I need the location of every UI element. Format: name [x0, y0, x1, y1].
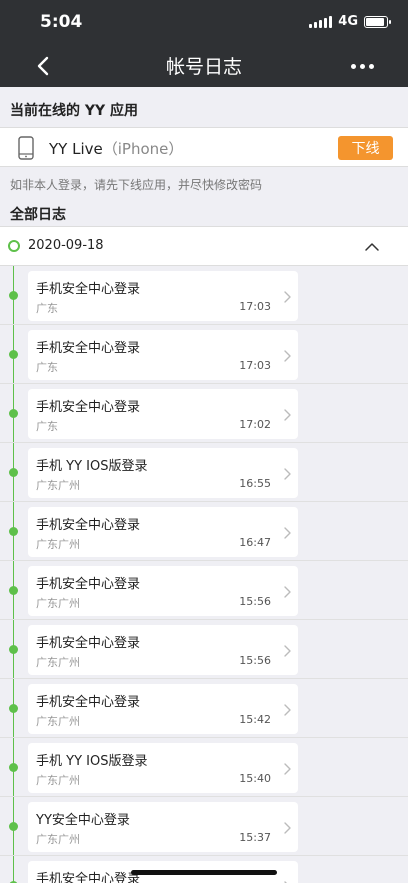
log-entry-card[interactable]: 手机安全中心登录 广东 17:02	[28, 389, 298, 439]
network-type: 4G	[338, 14, 358, 29]
log-entry-title: YY安全中心登录	[36, 813, 130, 828]
home-indicator	[131, 870, 277, 875]
log-entry-title: 手机安全中心登录	[36, 282, 141, 297]
log-entry-card[interactable]: YY安全中心登录 广东广州 15:37	[28, 802, 298, 852]
timeline-dot	[9, 763, 18, 772]
log-entry-time: 15:40	[239, 772, 271, 785]
log-entry-location: 广东广州	[36, 774, 80, 787]
log-entry: 手机安全中心登录 广东广州 15:56	[0, 561, 408, 620]
log-entry: 手机安全中心登录 广东广州 16:47	[0, 502, 408, 561]
timeline-dot	[9, 409, 18, 418]
log-entry-location: 广东	[36, 302, 58, 315]
log-entry: 手机安全中心登录 广东广州 15:42	[0, 679, 408, 738]
log-entry-time: 15:56	[239, 654, 271, 667]
log-entry-title: 手机 YY IOS版登录	[36, 459, 148, 474]
log-entry-card[interactable]: 手机安全中心登录 广东广州 15:56	[28, 625, 298, 675]
chevron-right-icon	[283, 702, 292, 716]
timeline-dot	[9, 527, 18, 536]
timeline-date-dot	[8, 240, 20, 252]
offline-button[interactable]: 下线	[338, 136, 393, 160]
log-entry-time: 17:02	[239, 418, 271, 431]
log-entry-card[interactable]: 手机安全中心登录 广东广州 16:47	[28, 507, 298, 557]
app-name-text: YY Live	[49, 140, 103, 158]
chevron-right-icon	[283, 407, 292, 421]
log-entry-location: 广东广州	[36, 479, 80, 492]
log-entry-card[interactable]: 手机安全中心登录 广东 17:03	[28, 271, 298, 321]
chevron-right-icon	[283, 525, 292, 539]
more-dots-icon[interactable]	[348, 52, 376, 80]
chevron-right-icon	[283, 584, 292, 598]
timeline-dot	[9, 822, 18, 831]
timeline-dot	[9, 350, 18, 359]
log-entry-card[interactable]: 手机安全中心登录 广东广州 15:56	[28, 566, 298, 616]
log-list: 手机安全中心登录 广东 17:03 手机安全中心登录 广东 17:03 手机安全中心登录 广东…	[0, 266, 408, 883]
log-entry-title: 手机安全中心登录	[36, 872, 141, 883]
battery-icon	[364, 15, 391, 28]
log-entry-title: 手机安全中心登录	[36, 636, 141, 651]
app-device: （iPhone）	[102, 140, 184, 158]
date-label: 2020-09-18	[28, 238, 104, 253]
chevron-right-icon	[283, 761, 292, 775]
chevron-right-icon	[283, 289, 292, 303]
log-entry: YY安全中心登录 广东广州 15:37	[0, 797, 408, 856]
log-entry-location: 广东	[36, 361, 58, 374]
log-entry-time: 16:55	[239, 477, 271, 490]
log-entry-time: 16:47	[239, 536, 271, 549]
status-bar: 5:04 4G	[0, 0, 408, 44]
nav-bar: 帐号日志	[0, 44, 408, 87]
chevron-up-icon[interactable]	[364, 239, 380, 253]
log-entry: 手机 YY IOS版登录 广东广州 16:55	[0, 443, 408, 502]
app-name: YY Live（iPhone）	[49, 138, 183, 159]
log-entry: 手机安全中心登录 广东广州 15:56	[0, 620, 408, 679]
log-entry-location: 广东广州	[36, 597, 80, 610]
timeline-dot	[9, 645, 18, 654]
log-entry: 手机安全中心登录 广东 17:03	[0, 266, 408, 325]
log-entry-location: 广东广州	[36, 656, 80, 669]
battery-level	[366, 17, 384, 26]
log-entry-location: 广东	[36, 420, 58, 433]
security-hint: 如非本人登录，请先下线应用，并尽快修改密码	[10, 178, 263, 192]
signal-icon	[309, 15, 333, 28]
log-entry-time: 15:56	[239, 595, 271, 608]
log-entry-card[interactable]: 手机安全中心登录 广东 17:03	[28, 330, 298, 380]
log-section-title: 全部日志	[10, 207, 66, 223]
log-entry-title: 手机安全中心登录	[36, 341, 141, 356]
log-entry-time: 17:03	[239, 359, 271, 372]
chevron-right-icon	[283, 879, 292, 883]
timeline-dot	[9, 704, 18, 713]
log-entry: 手机安全中心登录 广东 17:03	[0, 325, 408, 384]
status-indicators: 4G	[309, 14, 391, 29]
log-entry-card[interactable]: 手机安全中心登录 广东广州 15:42	[28, 684, 298, 734]
log-entry-title: 手机安全中心登录	[36, 518, 141, 533]
log-entry-title: 手机 YY IOS版登录	[36, 754, 148, 769]
chevron-right-icon	[283, 348, 292, 362]
log-entry-title: 手机安全中心登录	[36, 400, 141, 415]
log-entry-location: 广东广州	[36, 715, 80, 728]
log-entry-location: 广东广州	[36, 538, 80, 551]
log-entry-card[interactable]: 手机 YY IOS版登录 广东广州 16:55	[28, 448, 298, 498]
chevron-right-icon	[283, 466, 292, 480]
log-entry-title: 手机安全中心登录	[36, 695, 141, 710]
timeline-dot	[9, 291, 18, 300]
log-entry-card[interactable]: 手机 YY IOS版登录 广东广州 15:40	[28, 743, 298, 793]
date-group-header[interactable]: 2020-09-18	[0, 226, 408, 266]
timeline-dot	[9, 468, 18, 477]
log-entry: 手机 YY IOS版登录 广东广州 15:40	[0, 738, 408, 797]
log-entry-time: 15:37	[239, 831, 271, 844]
status-time: 5:04	[40, 12, 83, 32]
online-app-row: YY Live（iPhone） 下线	[0, 127, 408, 167]
phone-icon	[18, 136, 34, 160]
log-entry: 手机安全中心登录 广东 17:02	[0, 384, 408, 443]
chevron-right-icon	[283, 643, 292, 657]
log-entry-location: 广东广州	[36, 833, 80, 846]
timeline-dot	[9, 586, 18, 595]
log-entry-title: 手机安全中心登录	[36, 577, 141, 592]
chevron-right-icon	[283, 820, 292, 834]
log-entry-time: 15:42	[239, 713, 271, 726]
page-title: 帐号日志	[165, 56, 242, 78]
online-section-title: 当前在线的 YY 应用	[10, 103, 139, 119]
log-entry-time: 17:03	[239, 300, 271, 313]
